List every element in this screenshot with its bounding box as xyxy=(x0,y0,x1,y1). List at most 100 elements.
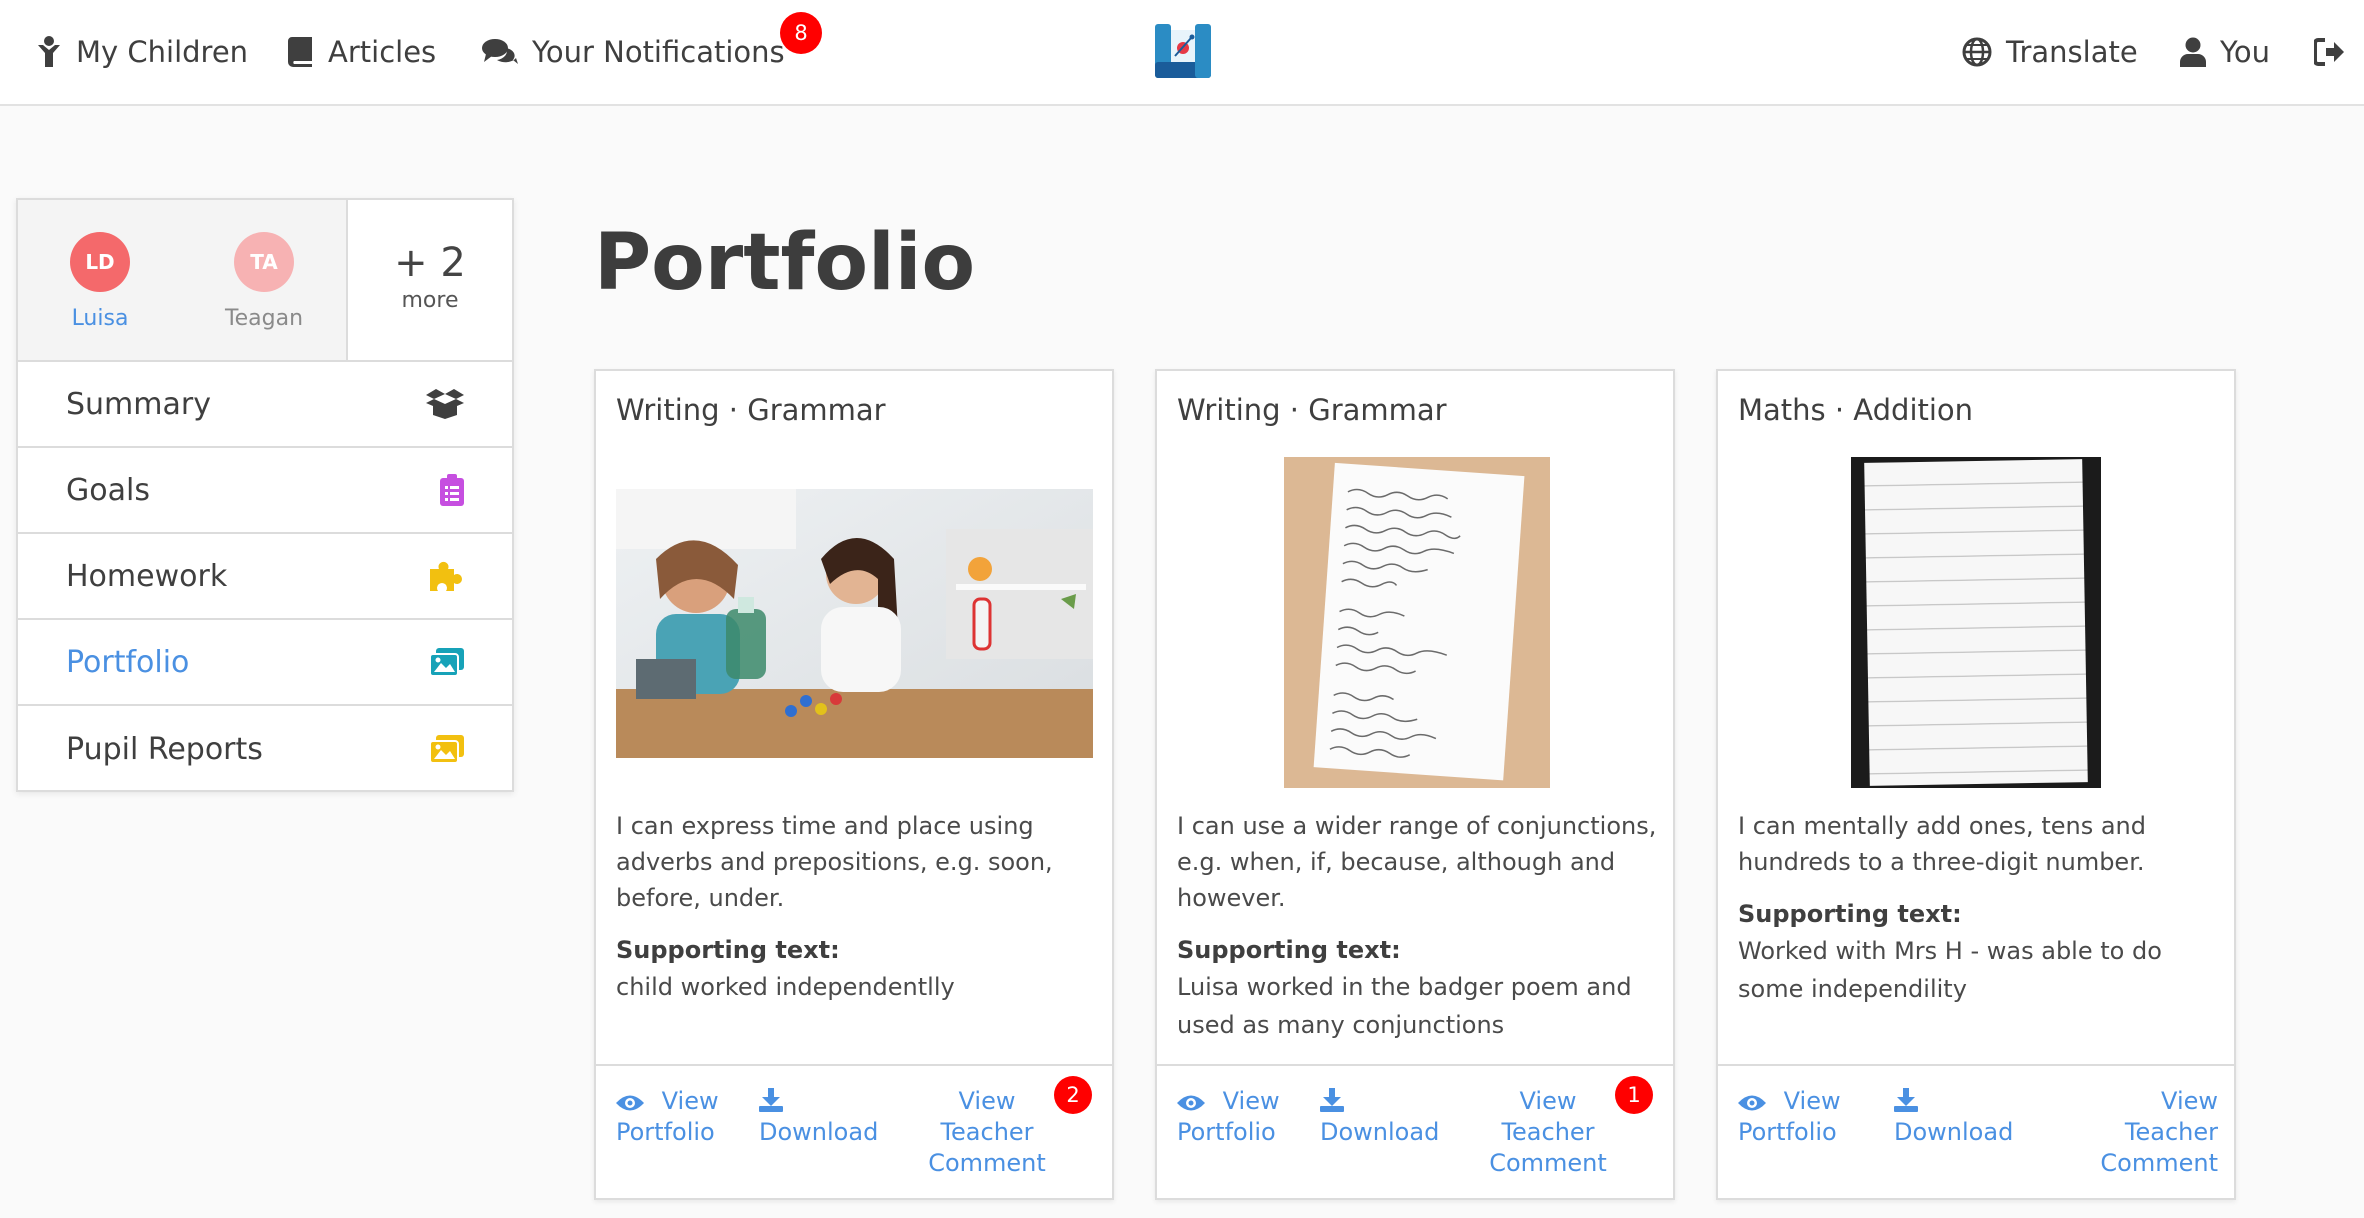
portfolio-card: Writing · Grammar xyxy=(1155,369,1675,1200)
avatar: LD xyxy=(70,232,130,292)
card-title: Writing · Grammar xyxy=(1177,393,1447,427)
sidebar-item-summary[interactable]: Summary xyxy=(18,362,512,448)
eye-icon xyxy=(1738,1095,1766,1111)
more-label: more xyxy=(401,288,459,313)
child-icon xyxy=(38,36,60,67)
portfolio-card: Maths · Addition I can mentally add ones… xyxy=(1716,369,2236,1200)
card-description: I can express time and place using adver… xyxy=(616,808,1096,1006)
child-teagan[interactable]: TA Teagan xyxy=(182,200,346,360)
view-portfolio-button[interactable]: View Portfolio xyxy=(1177,1086,1280,1148)
view-portfolio-button[interactable]: View Portfolio xyxy=(1738,1086,1841,1148)
handwritten-poem-photo xyxy=(1284,457,1550,788)
child-list: LD Luisa TA Teagan xyxy=(18,200,348,360)
download-icon xyxy=(759,1088,783,1112)
download-icon xyxy=(1894,1088,1918,1112)
sign-out-icon xyxy=(2314,38,2344,66)
view-portfolio-label-1: View xyxy=(1222,1087,1280,1115)
supporting-text-label: Supporting text: xyxy=(616,936,840,964)
teacher-comment-label-1: View xyxy=(2161,1087,2218,1115)
teacher-comment-label-2: Teacher xyxy=(1501,1118,1595,1146)
more-count: + 2 xyxy=(394,240,466,286)
supporting-text-label: Supporting text: xyxy=(1738,900,1962,928)
view-portfolio-label-2: Portfolio xyxy=(1738,1118,1837,1146)
download-button[interactable]: Download xyxy=(1894,1086,2013,1148)
nav-translate-label: Translate xyxy=(2006,35,2138,69)
child-name: Luisa xyxy=(71,306,129,331)
sidebar-item-homework[interactable]: Homework xyxy=(18,534,512,620)
view-portfolio-label-1: View xyxy=(1783,1087,1841,1115)
child-name: Teagan xyxy=(224,306,304,331)
teacher-comment-label-3: Comment xyxy=(2100,1149,2218,1177)
teacher-comment-label-1: View xyxy=(1519,1087,1577,1115)
nav-articles-label: Articles xyxy=(328,35,437,69)
card-actions: View Portfolio Download View Teacher Com… xyxy=(1157,1064,1673,1200)
sidebar-item-label: Goals xyxy=(66,472,150,508)
teacher-comment-label-2: Teacher xyxy=(940,1118,1034,1146)
logout-button[interactable] xyxy=(2314,30,2358,74)
card-outcome-text: I can mentally add ones, tens and hundre… xyxy=(1738,812,2146,876)
images-icon xyxy=(430,648,464,676)
teacher-comment-label-1: View xyxy=(958,1087,1016,1115)
teacher-comment-label-3: Comment xyxy=(1489,1149,1607,1177)
child-switcher: LD Luisa TA Teagan + 2 more xyxy=(18,200,512,362)
classroom-photo-illustration xyxy=(616,489,1093,758)
child-luisa[interactable]: LD Luisa xyxy=(18,200,182,360)
notifications-count-badge: 8 xyxy=(780,12,822,54)
top-navigation: My Children Articles Your Notifications … xyxy=(0,0,2364,106)
nav-articles[interactable]: Articles xyxy=(288,30,436,74)
box-open-icon xyxy=(426,389,464,419)
sidebar-item-goals[interactable]: Goals xyxy=(18,448,512,534)
view-teacher-comment-button[interactable]: View Teacher Comment xyxy=(2078,1086,2218,1179)
eye-icon xyxy=(1177,1095,1205,1111)
teacher-comment-label-3: Comment xyxy=(928,1149,1046,1177)
card-outcome-text: I can use a wider range of conjunctions,… xyxy=(1177,812,1657,912)
teacher-comment-label-2: Teacher xyxy=(2124,1118,2218,1146)
portfolio-photo[interactable] xyxy=(1851,457,2101,788)
portfolio-photo[interactable] xyxy=(616,489,1093,758)
sidebar-item-label: Pupil Reports xyxy=(66,731,263,767)
eye-icon xyxy=(616,1095,644,1111)
download-label: Download xyxy=(759,1118,879,1146)
sidebar-item-pupil-reports[interactable]: Pupil Reports xyxy=(18,706,512,792)
download-button[interactable]: Download xyxy=(1320,1086,1439,1148)
nav-translate[interactable]: Translate xyxy=(1962,30,2138,74)
card-description: I can use a wider range of conjunctions,… xyxy=(1177,808,1657,1044)
download-label: Download xyxy=(1894,1118,2014,1146)
comments-icon xyxy=(482,39,518,64)
view-teacher-comment-button[interactable]: View Teacher Comment xyxy=(1483,1086,1613,1179)
sidebar-item-label: Summary xyxy=(66,386,211,422)
images-icon xyxy=(430,735,464,763)
nav-notifications[interactable]: Your Notifications xyxy=(482,30,785,74)
nav-notifications-label: Your Notifications xyxy=(532,35,785,69)
card-outcome-text: I can express time and place using adver… xyxy=(616,812,1053,912)
nav-you[interactable]: You xyxy=(2180,30,2270,74)
school-logo[interactable] xyxy=(1153,22,1213,80)
worksheet-photo xyxy=(1864,459,2088,786)
supporting-text: Worked with Mrs H - was able to do some … xyxy=(1738,937,2162,1003)
book-icon xyxy=(288,37,312,67)
more-children-button[interactable]: + 2 more xyxy=(348,200,512,360)
comment-count-badge: 1 xyxy=(1615,1076,1653,1114)
download-icon xyxy=(1320,1088,1344,1112)
view-teacher-comment-button[interactable]: View Teacher Comment xyxy=(922,1086,1052,1179)
card-actions: View Portfolio Download View Teacher Com… xyxy=(1718,1064,2234,1200)
page-title: Portfolio xyxy=(594,218,976,308)
sidebar: LD Luisa TA Teagan + 2 more Summary Goal… xyxy=(16,198,514,792)
card-description: I can mentally add ones, tens and hundre… xyxy=(1738,808,2218,1008)
card-title: Maths · Addition xyxy=(1738,393,1974,427)
portfolio-photo[interactable] xyxy=(1284,457,1550,788)
view-portfolio-button[interactable]: View Portfolio xyxy=(616,1086,719,1148)
sidebar-item-portfolio[interactable]: Portfolio xyxy=(18,620,512,706)
download-button[interactable]: Download xyxy=(759,1086,878,1148)
comment-count-badge: 2 xyxy=(1054,1076,1092,1114)
clipboard-list-icon xyxy=(440,474,464,506)
nav-my-children[interactable]: My Children xyxy=(36,30,248,74)
view-portfolio-label-2: Portfolio xyxy=(616,1118,715,1146)
view-portfolio-label-2: Portfolio xyxy=(1177,1118,1276,1146)
card-title: Writing · Grammar xyxy=(616,393,886,427)
sidebar-item-label: Homework xyxy=(66,558,228,594)
nav-you-label: You xyxy=(2220,35,2270,69)
nav-my-children-label: My Children xyxy=(76,35,249,69)
supporting-text-label: Supporting text: xyxy=(1177,936,1401,964)
portfolio-card: Writing · Grammar xyxy=(594,369,1114,1200)
